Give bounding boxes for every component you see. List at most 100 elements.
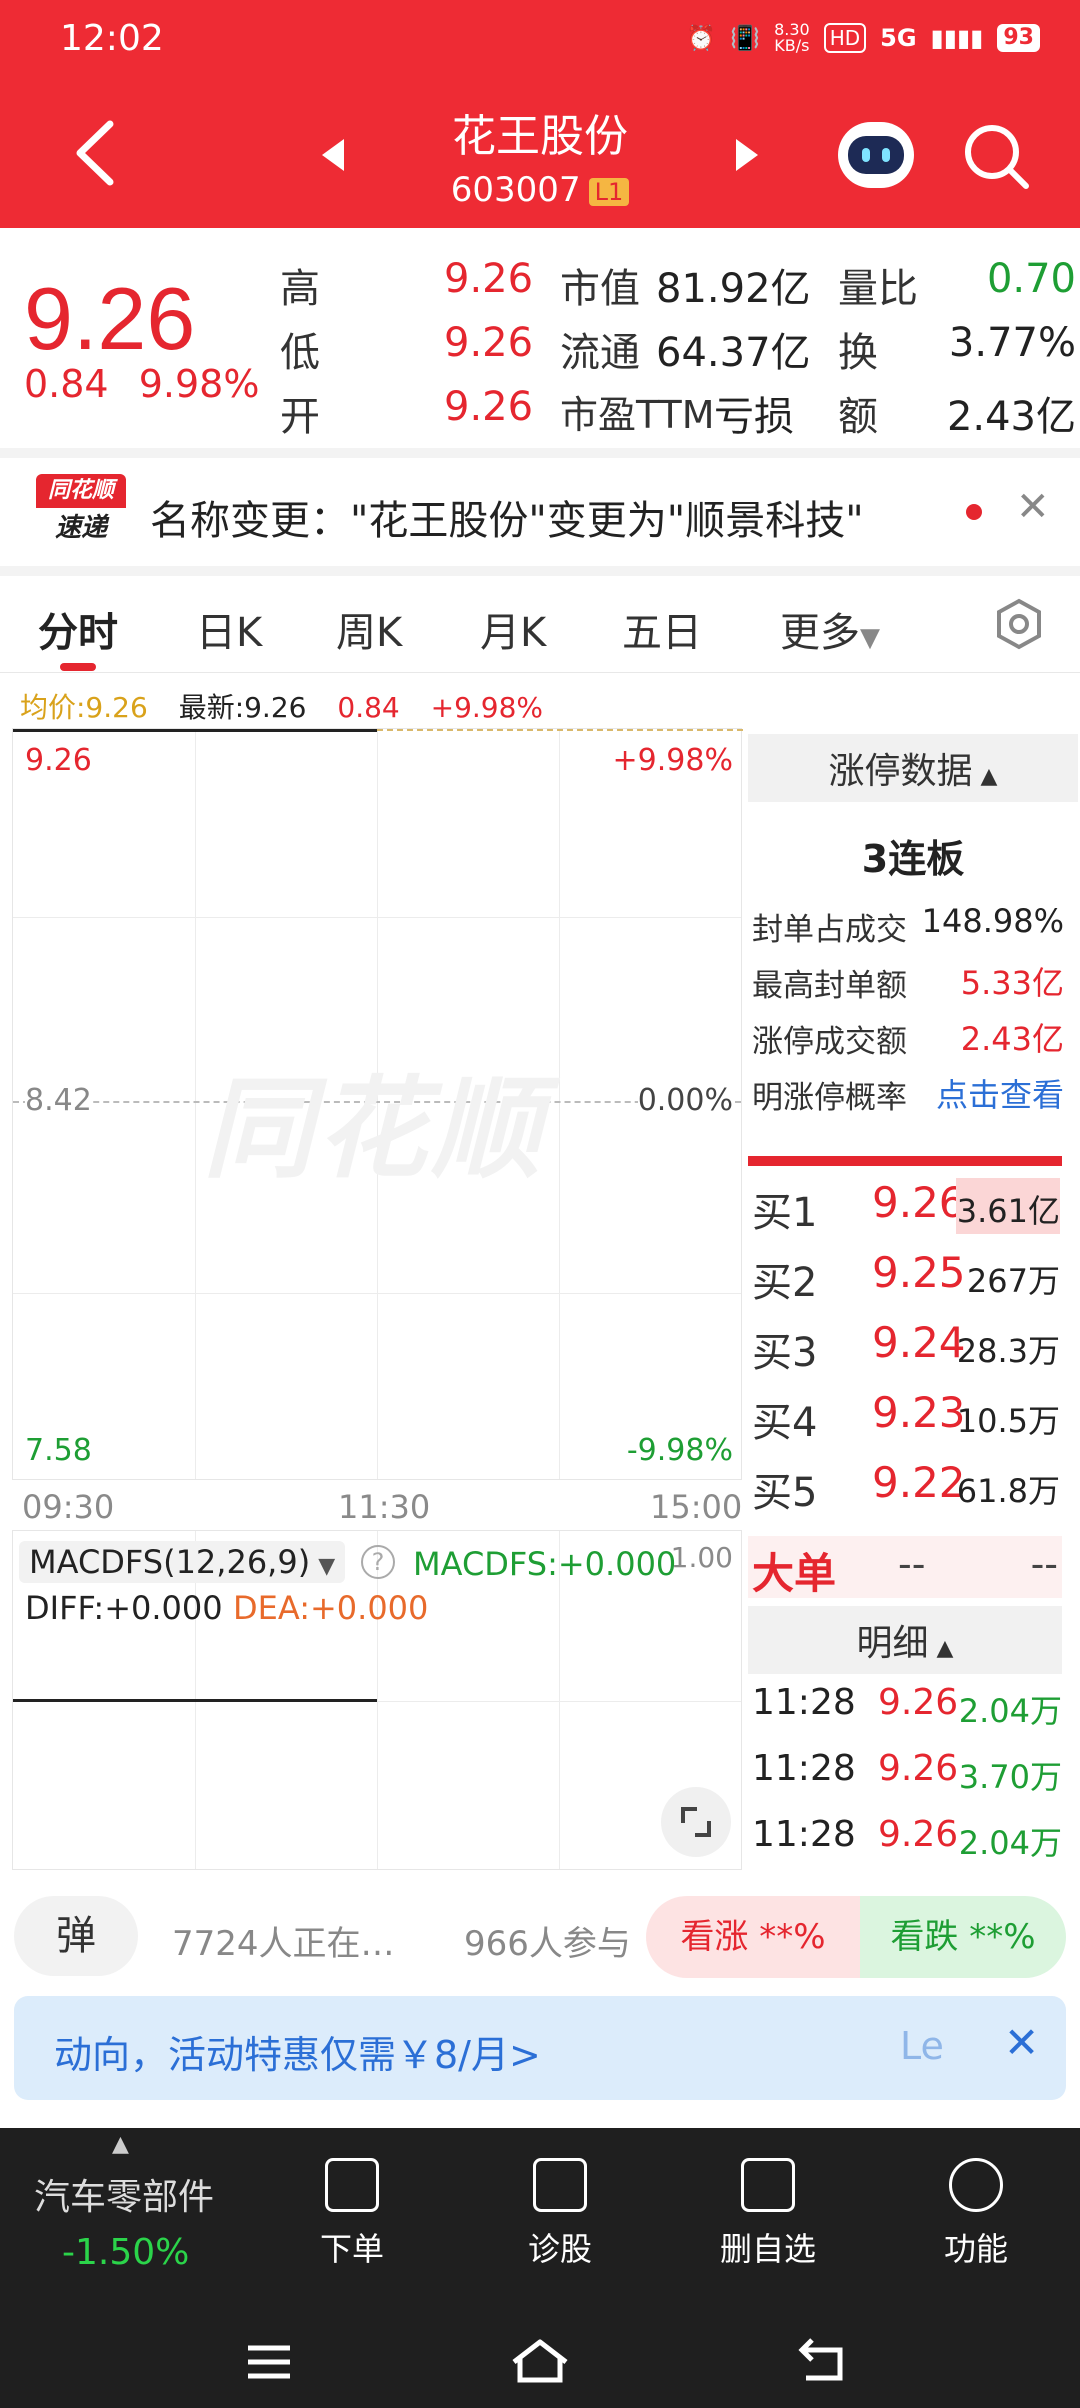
settings-icon[interactable] [994, 598, 1044, 650]
search-icon[interactable] [962, 122, 1032, 192]
book-label: 买2 [752, 1260, 818, 1306]
danmu-toggle-button[interactable]: 弹 [14, 1896, 138, 1976]
macd-line [13, 1699, 377, 1702]
limit-row-label: 最高封单额 [752, 968, 907, 1004]
caret-down-icon: ▼ [318, 1554, 336, 1579]
mcap-value: 81.92亿 [656, 266, 811, 312]
high-label: 高 [280, 266, 320, 312]
tab-more-label: 更多 [780, 610, 860, 656]
limit-row-value: 148.98% [921, 902, 1064, 940]
hd-icon: HD [823, 23, 867, 53]
current-price: 9.26 [24, 269, 196, 368]
robot-assistant-icon[interactable] [838, 122, 914, 188]
diagnose-button[interactable]: 诊股 [480, 2158, 640, 2270]
vote-down-button[interactable]: 看跌 **% [860, 1896, 1066, 1978]
orderbook-divider [748, 1156, 1062, 1166]
limit-row-label: 明涨停概率 [752, 1080, 907, 1116]
tab-five-day[interactable]: 五日 [622, 600, 702, 658]
time-start: 09:30 [22, 1488, 115, 1526]
detail-price: 9.26 [878, 1682, 959, 1723]
tab-more[interactable]: 更多▼ [780, 600, 880, 658]
vote-up-button[interactable]: 看涨 **% [646, 1896, 860, 1978]
book-vol: 3.61亿 [956, 1192, 1060, 1230]
big-order-label: 大单 [752, 1549, 837, 1598]
promo-banner[interactable]: 动向，活动特惠仅需￥8/月> Le ✕ [14, 1996, 1066, 2100]
high-value: 9.26 [444, 256, 534, 302]
book-vol: 267万 [966, 1262, 1060, 1300]
tab-monthly-k[interactable]: 月K [480, 600, 546, 658]
turnover-value: 3.77% [948, 320, 1076, 366]
order-icon [325, 2158, 379, 2212]
turnover-label: 换 [838, 330, 878, 376]
minus-box-icon [741, 2158, 795, 2212]
news-ticker[interactable]: 同花顺 速递 名称变更："花王股份"变更为"顺景科技" ✕ [0, 462, 1080, 562]
order-button[interactable]: 下单 [272, 2158, 432, 2270]
big-order-v2: -- [1030, 1542, 1058, 1586]
system-back-icon[interactable] [796, 2336, 852, 2386]
function-button[interactable]: 功能 [896, 2158, 1056, 2270]
price-change-row: 0.84 9.98% [24, 362, 259, 406]
tab-weekly-k[interactable]: 周K [336, 600, 402, 658]
bottom-toolbar: ▲ 汽车零部件 -1.50% 下单 诊股 删自选 功能 [0, 2128, 1080, 2408]
grid-line [559, 729, 560, 1479]
detail-price: 9.26 [878, 1814, 959, 1855]
y-label-top: 9.26 [25, 743, 92, 778]
brand-bottom: 速递 [54, 513, 107, 543]
detail-time: 11:28 [752, 1814, 856, 1855]
menu-circle-icon [949, 2158, 1003, 2212]
news-text[interactable]: 名称变更："花王股份"变更为"顺景科技" [150, 488, 864, 546]
remove-watchlist-button[interactable]: 删自选 [688, 2158, 848, 2270]
low-value: 9.26 [444, 320, 534, 366]
pct-label-bottom: -9.98% [626, 1433, 733, 1468]
home-icon[interactable] [508, 2336, 572, 2386]
caret-up-icon: ▲ [936, 1636, 954, 1661]
divider [0, 566, 1080, 576]
view-probability-link[interactable]: 点击查看 [936, 1070, 1064, 1116]
tab-timeshare[interactable]: 分时 [38, 600, 118, 658]
sector-name[interactable]: 汽车零部件 [34, 2168, 214, 2220]
help-icon[interactable]: ? [361, 1545, 395, 1579]
right-panel: 涨停数据 ▲ [748, 728, 1078, 802]
book-vol: 10.5万 [956, 1402, 1060, 1440]
timeshare-chart[interactable]: 同花顺 9.26 8.42 7.58 +9.98% 0.00% -9.98% [12, 728, 743, 1480]
avg-price: 均价:9.26 [20, 691, 148, 724]
watching-count: 7724人正在… [172, 1924, 395, 1964]
latest-price: 最新:9.26 [178, 691, 307, 724]
low-label: 低 [280, 330, 320, 376]
book-price: 9.22 [872, 1458, 966, 1507]
alarm-icon: ⏰ [686, 24, 717, 52]
brand-top: 同花顺 [36, 474, 126, 508]
detail-header[interactable]: 明细 ▲ [748, 1606, 1062, 1674]
macd-value: MACDFS:+0.000 [413, 1545, 677, 1583]
latest-pct: +9.98% [430, 691, 544, 724]
limit-up-dashed-line [377, 729, 743, 731]
book-vol: 28.3万 [956, 1332, 1060, 1370]
close-icon[interactable]: ✕ [1016, 484, 1050, 530]
pct-label-top: +9.98% [612, 743, 733, 778]
caret-up-icon: ▲ [980, 764, 998, 789]
divider [0, 448, 1080, 458]
limit-data-title: 涨停数据 [828, 751, 973, 792]
stock-code-row: 603007 L1 [0, 170, 1080, 210]
pct-label-mid: 0.00% [637, 1083, 733, 1118]
expand-icon[interactable] [661, 1787, 731, 1857]
macd-scale: 1.00 [670, 1541, 733, 1574]
book-price: 9.23 [872, 1388, 966, 1437]
limit-row-value: 5.33亿 [960, 964, 1064, 1002]
level-badge: L1 [588, 177, 630, 206]
stock-name: 花王股份 [452, 111, 628, 162]
signal-icon: ▮▮▮▮ [930, 24, 984, 52]
book-price: 9.26 [872, 1178, 966, 1227]
stock-code: 603007 [450, 170, 581, 210]
watermark: 同花顺 [203, 1065, 545, 1193]
indicator-selector[interactable]: MACDFS(12,26,9) ▼ [19, 1541, 346, 1583]
big-order-row[interactable]: 大单 -- -- [748, 1536, 1062, 1598]
limit-streak: 3连板 [861, 837, 965, 881]
close-icon[interactable]: ✕ [1004, 2018, 1039, 2067]
volume-ratio-label: 量比 [838, 266, 918, 312]
tab-daily-k[interactable]: 日K [196, 600, 262, 658]
limit-data-header[interactable]: 涨停数据 ▲ [748, 734, 1078, 802]
detail-time: 11:28 [752, 1748, 856, 1789]
menu-icon[interactable] [244, 2340, 294, 2384]
price-change: 0.84 [24, 362, 109, 406]
